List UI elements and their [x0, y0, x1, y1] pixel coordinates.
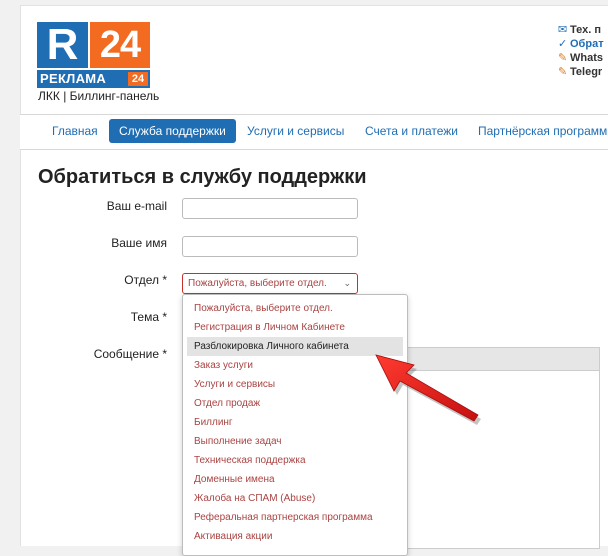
department-dropdown: Пожалуйста, выберите отдел. Регистрация … [182, 294, 408, 556]
contact-feedback[interactable]: ✓ Обрат [558, 37, 604, 51]
logo-letter: R [37, 22, 88, 68]
name-label: Ваше имя [111, 236, 167, 250]
logo-word: РЕКЛАМА [40, 71, 107, 86]
department-select[interactable]: Пожалуйста, выберите отдел. ⌄ [182, 273, 358, 294]
logo-number: 24 [90, 22, 150, 68]
nav-item-invoices[interactable]: Счета и платежи [355, 119, 468, 143]
whatsapp-icon: ✎ [558, 52, 568, 64]
telegram-icon: ✎ [558, 66, 568, 78]
chevron-down-icon: ⌄ [343, 278, 351, 288]
dept-option[interactable]: Пожалуйста, выберите отдел. [187, 299, 403, 318]
page-title: Обратиться в службу поддержки [38, 166, 367, 188]
dept-option[interactable]: Заказ услуги [187, 356, 403, 375]
nav-item-support[interactable]: Служба поддержки [109, 119, 236, 143]
email-field[interactable] [182, 198, 358, 219]
dept-option-highlighted[interactable]: Разблокировка Личного кабинета [187, 337, 403, 356]
nav-item-partner[interactable]: Партнёрская программ [468, 119, 608, 143]
dept-option[interactable]: Реферальная партнерская программа [187, 508, 403, 527]
envelope-icon: ✉ [558, 24, 568, 36]
dept-option[interactable]: Доменные имена [187, 470, 403, 489]
name-field[interactable] [182, 236, 358, 257]
subject-label: Тема * [130, 310, 167, 324]
contact-telegram[interactable]: ✎ Telegr [558, 65, 604, 79]
logo-bar: РЕКЛАМА 24 [37, 70, 150, 88]
logo-subtitle: ЛКК | Биллинг-панель [38, 89, 160, 103]
dept-option[interactable]: Биллинг [187, 413, 403, 432]
logo-small-number: 24 [128, 72, 148, 86]
dept-option[interactable]: Техническая поддержка [187, 451, 403, 470]
nav-item-home[interactable]: Главная [42, 119, 108, 143]
dept-option[interactable]: Регистрация в Личном Кабинете [187, 318, 403, 337]
department-selected-value: Пожалуйста, выберите отдел. [188, 278, 327, 289]
dept-option[interactable]: Активация акции [187, 527, 403, 546]
main-nav: Главная Служба поддержки Услуги и сервис… [20, 114, 608, 150]
check-icon: ✓ [558, 38, 568, 50]
message-label: Сообщение * [93, 347, 167, 361]
logo[interactable]: R 24 РЕКЛАМА 24 [37, 22, 150, 88]
contact-support[interactable]: ✉ Тех. п [558, 23, 604, 37]
dept-option[interactable]: Выполнение задач [187, 432, 403, 451]
dept-option[interactable]: Отдел продаж [187, 394, 403, 413]
dept-option[interactable]: Жалоба на СПАМ (Abuse) [187, 489, 403, 508]
dept-option[interactable]: Услуги и сервисы [187, 375, 403, 394]
contact-whatsapp[interactable]: ✎ Whats [558, 51, 604, 65]
nav-item-services[interactable]: Услуги и сервисы [237, 119, 354, 143]
department-label: Отдел * [124, 273, 167, 287]
contacts: ✉ Тех. п ✓ Обрат ✎ Whats ✎ Telegr [558, 23, 604, 79]
email-label: Ваш e-mail [106, 199, 167, 213]
